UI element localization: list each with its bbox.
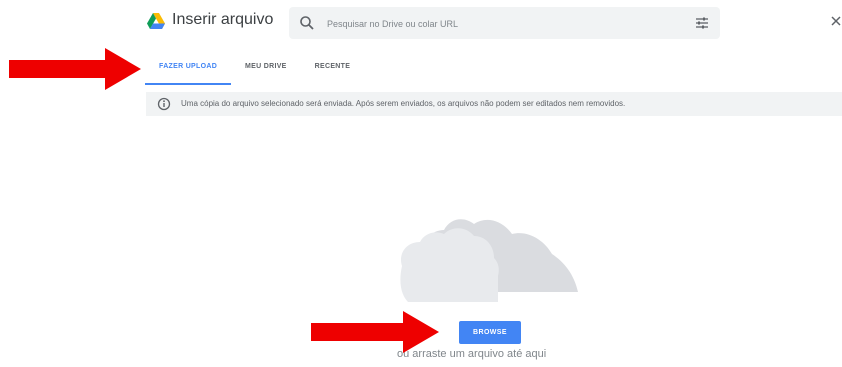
- tab-bar: Fazer upload Meu Drive Recente: [145, 55, 365, 85]
- filter-options-icon[interactable]: [694, 15, 710, 31]
- tab-my-drive[interactable]: Meu Drive: [231, 55, 301, 83]
- info-text: Uma cópia do arquivo selecionado será en…: [181, 99, 626, 108]
- info-banner: Uma cópia do arquivo selecionado será en…: [146, 92, 842, 116]
- dialog-title: Inserir arquivo: [172, 11, 274, 28]
- search-icon[interactable]: [299, 15, 315, 31]
- search-box[interactable]: [289, 7, 720, 39]
- red-arrow-icon: [9, 48, 141, 90]
- close-icon[interactable]: [829, 14, 842, 28]
- tab-recent[interactable]: Recente: [301, 55, 365, 83]
- info-icon: [157, 97, 171, 111]
- red-arrow-icon: [311, 311, 439, 353]
- browse-button[interactable]: Browse: [459, 321, 521, 344]
- insert-file-dialog: Inserir arquivo Fazer upload Meu Drive R…: [0, 0, 842, 367]
- tab-upload[interactable]: Fazer upload: [145, 55, 232, 85]
- google-drive-icon: [147, 13, 165, 29]
- search-input[interactable]: [325, 13, 679, 35]
- cloud-illustration: [400, 219, 578, 302]
